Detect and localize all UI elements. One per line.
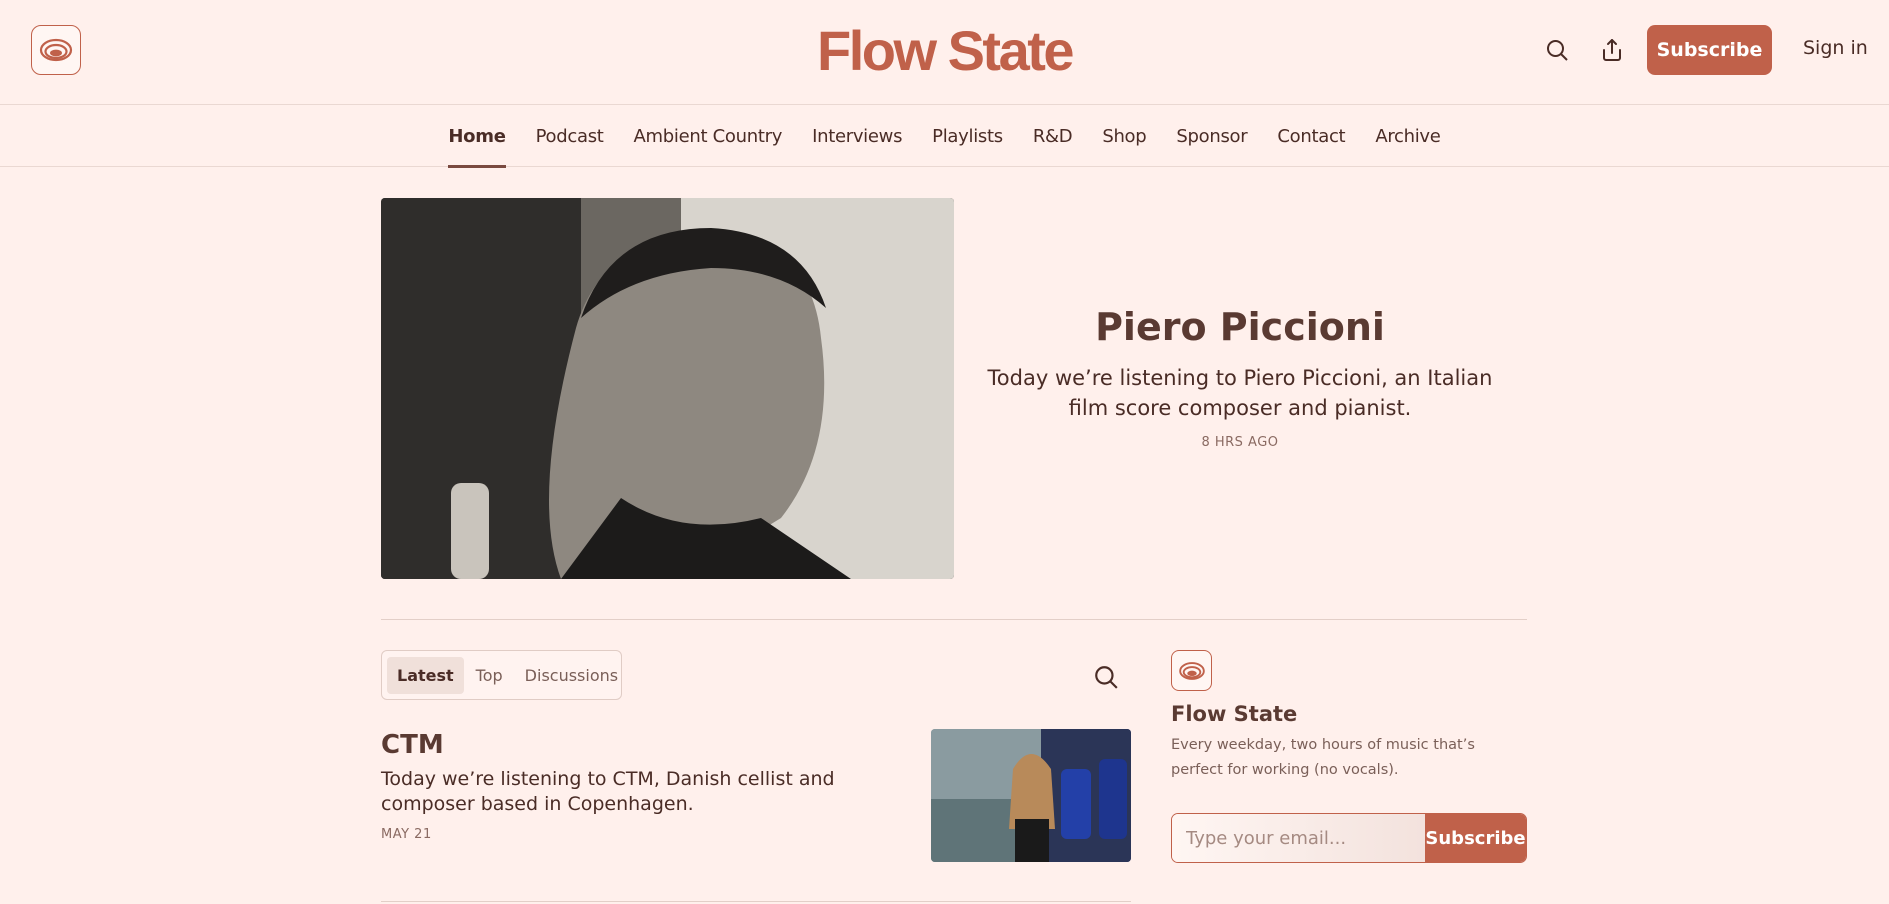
hero-title[interactable]: Piero Piccioni bbox=[980, 305, 1500, 349]
search-icon[interactable] bbox=[1093, 664, 1119, 690]
post-date: MAY 21 bbox=[381, 827, 432, 842]
nav-item-archive[interactable]: Archive bbox=[1360, 105, 1455, 167]
nav-item-contact[interactable]: Contact bbox=[1262, 105, 1360, 167]
post-thumbnail[interactable] bbox=[931, 729, 1131, 862]
post-description: Today we’re listening to CTM, Danish cel… bbox=[381, 768, 835, 815]
flow-state-logo-icon[interactable] bbox=[1171, 650, 1212, 691]
nav-item-podcast[interactable]: Podcast bbox=[521, 105, 619, 167]
hero-text: Piero Piccioni Today we’re listening to … bbox=[980, 305, 1500, 450]
main-nav: Home Podcast Ambient Country Interviews … bbox=[0, 105, 1889, 168]
tab-discussions[interactable]: Discussions bbox=[515, 657, 628, 694]
sidebar-title: Flow State bbox=[1171, 702, 1298, 726]
subscribe-button[interactable]: Subscribe bbox=[1647, 25, 1772, 75]
hero-description: Today we’re listening to Piero Piccioni,… bbox=[987, 366, 1493, 420]
tab-latest[interactable]: Latest bbox=[387, 656, 464, 694]
post-title[interactable]: CTM bbox=[381, 730, 444, 760]
tab-top[interactable]: Top bbox=[466, 657, 513, 694]
nav-item-home[interactable]: Home bbox=[433, 105, 520, 168]
section-divider bbox=[381, 619, 1527, 620]
email-field[interactable] bbox=[1172, 814, 1425, 862]
feed-tabs: Latest Top Discussions bbox=[381, 650, 622, 700]
sign-in-link[interactable]: Sign in bbox=[1803, 37, 1868, 59]
share-icon[interactable] bbox=[1595, 33, 1629, 67]
subscribe-form: Subscribe bbox=[1171, 813, 1527, 863]
nav-item-ambient-country[interactable]: Ambient Country bbox=[619, 105, 798, 167]
nav-item-sponsor[interactable]: Sponsor bbox=[1161, 105, 1262, 167]
site-header: Flow State Subscribe Sign in bbox=[0, 0, 1889, 105]
nav-item-r-and-d[interactable]: R&D bbox=[1018, 105, 1088, 167]
sidebar-description: Every weekday, two hours of music that’s… bbox=[1171, 737, 1475, 778]
nav-item-shop[interactable]: Shop bbox=[1087, 105, 1161, 167]
post-divider bbox=[381, 901, 1131, 902]
search-icon[interactable] bbox=[1540, 33, 1574, 67]
sidebar-subscribe-button[interactable]: Subscribe bbox=[1425, 814, 1526, 862]
nav-item-playlists[interactable]: Playlists bbox=[917, 105, 1018, 167]
hero-timestamp: 8 HRS AGO bbox=[1201, 435, 1279, 450]
nav-item-interviews[interactable]: Interviews bbox=[797, 105, 917, 167]
hero-image[interactable] bbox=[381, 198, 954, 579]
